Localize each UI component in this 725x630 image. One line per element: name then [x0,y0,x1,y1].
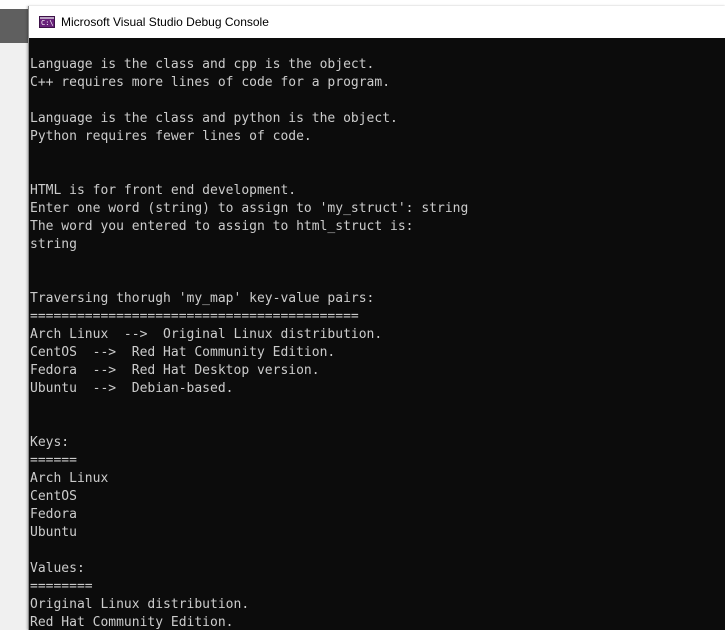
window-title: Microsoft Visual Studio Debug Console [61,15,269,29]
background-window-strip [0,0,28,630]
console-line: Keys: [30,435,70,450]
console-line: ====== [30,453,77,468]
console-line: Fedora [30,507,77,522]
console-line: Traversing thorugh 'my_map' key-value pa… [30,291,375,306]
background-window-content [0,43,28,630]
console-line: ========================================… [30,309,359,324]
debug-console-window[interactable]: C:\ Microsoft Visual Studio Debug Consol… [28,6,725,630]
console-line: Enter one word (string) to assign to 'my… [30,201,469,216]
console-line: HTML is for front end development. [30,183,297,198]
console-line: Language is the class and python is the … [30,111,398,126]
console-line: Original Linux distribution. [30,597,250,612]
console-line: Red Hat Community Edition. [30,615,234,630]
background-window-titlebar [0,9,28,43]
console-line: string [30,237,77,252]
console-line: The word you entered to assign to html_s… [30,219,414,234]
console-line: Language is the class and cpp is the obj… [30,57,375,72]
console-line: Fedora --> Red Hat Desktop version. [30,363,320,378]
console-line: Ubuntu --> Debian-based. [30,381,234,396]
console-line: Ubuntu [30,525,77,540]
console-line: CentOS --> Red Hat Community Edition. [30,345,336,360]
console-line: Values: [30,561,85,576]
console-line: ======== [30,579,93,594]
window-titlebar[interactable]: C:\ Microsoft Visual Studio Debug Consol… [29,6,725,38]
console-line: C++ requires more lines of code for a pr… [30,75,391,90]
console-app-icon: C:\ [39,16,55,28]
console-line: Python requires fewer lines of code. [30,129,312,144]
console-output[interactable]: Language is the class and cpp is the obj… [29,56,725,630]
console-line: Arch Linux [30,471,109,486]
console-line: CentOS [30,489,77,504]
console-line: Arch Linux --> Original Linux distributi… [30,327,383,342]
